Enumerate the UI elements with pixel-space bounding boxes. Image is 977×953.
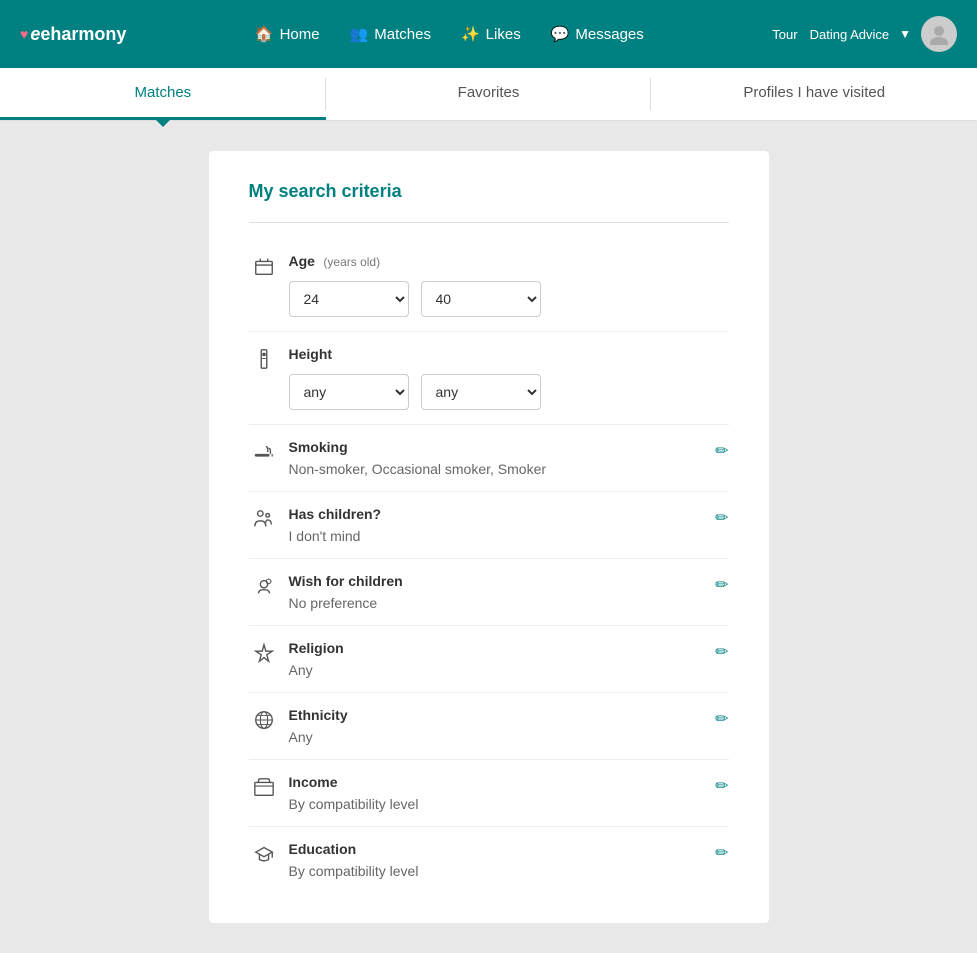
main-content: My search criteria Age (years old) 24 25… [0,121,977,953]
messages-icon: 💬 [551,25,570,43]
age-min-select[interactable]: 24 25 30 35 40 [289,281,409,317]
matches-icon: 👥 [350,25,369,43]
logo-text: e [30,24,40,45]
age-max-select[interactable]: 40 45 50 55 60 [421,281,541,317]
ethnicity-edit-icon[interactable]: ✏ [715,709,728,729]
avatar[interactable] [921,16,957,52]
header: ♥ e eharmony 🏠 Home 👥 Matches ✨ Likes 💬 … [0,0,977,68]
top-divider [249,222,729,223]
religion-edit-icon[interactable]: ✏ [715,642,728,662]
religion-label: Religion [289,640,344,656]
income-icon [249,776,279,803]
wish-children-value: No preference [289,595,706,611]
income-label: Income [289,774,338,790]
tab-profiles-visited[interactable]: Profiles I have visited [651,68,977,120]
wish-children-edit-icon[interactable]: ✏ [715,575,728,595]
education-content: Education By compatibility level [289,841,706,879]
criteria-height: Height any 5'0" 5'4" 5'6" any 5'6" 5'8" … [249,332,729,425]
nav-matches-label: Matches [374,26,431,43]
age-icon [249,255,279,282]
age-select-row: 24 25 30 35 40 40 45 50 55 60 [289,281,729,317]
income-content: Income By compatibility level [289,774,706,812]
wish-children-label: Wish for children [289,573,403,589]
smoking-content: Smoking Non-smoker, Occasional smoker, S… [289,439,706,477]
education-value: By compatibility level [289,863,706,879]
search-panel: My search criteria Age (years old) 24 25… [209,151,769,923]
account-dropdown-arrow[interactable]: ▼ [899,27,911,41]
header-right: Tour Dating Advice ▼ [772,16,957,52]
religion-icon [249,642,279,669]
criteria-income: Income By compatibility level ✏ [249,760,729,827]
height-icon [249,348,279,375]
main-nav: 🏠 Home 👥 Matches ✨ Likes 💬 Messages [255,25,644,43]
logo-name: eharmony [40,24,126,45]
height-select-row: any 5'0" 5'4" 5'6" any 5'6" 5'8" 6'0" [289,374,729,410]
tab-favorites[interactable]: Favorites [326,68,652,120]
nav-likes-label: Likes [486,26,521,43]
nav-home-label: Home [280,26,320,43]
religion-value: Any [289,662,706,678]
has-children-value: I don't mind [289,528,706,544]
income-value: By compatibility level [289,796,706,812]
ethnicity-label: Ethnicity [289,707,348,723]
logo: ♥ e eharmony [20,24,126,45]
has-children-content: Has children? I don't mind [289,506,706,544]
panel-title: My search criteria [249,181,729,202]
wish-children-icon [249,575,279,602]
religion-content: Religion Any [289,640,706,678]
height-max-select[interactable]: any 5'6" 5'8" 6'0" [421,374,541,410]
smoking-value: Non-smoker, Occasional smoker, Smoker [289,461,706,477]
has-children-icon [249,508,279,535]
criteria-wish-children: Wish for children No preference ✏ [249,559,729,626]
nav-home[interactable]: 🏠 Home [255,25,320,43]
nav-messages[interactable]: 💬 Messages [551,25,644,43]
income-edit-icon[interactable]: ✏ [715,776,728,796]
height-min-select[interactable]: any 5'0" 5'4" 5'6" [289,374,409,410]
criteria-ethnicity: Ethnicity Any ✏ [249,693,729,760]
tab-matches[interactable]: Matches [0,68,326,120]
logo-heart-icon: ♥ [20,26,28,42]
nav-matches[interactable]: 👥 Matches [350,25,431,43]
height-content: Height any 5'0" 5'4" 5'6" any 5'6" 5'8" … [289,346,729,410]
likes-icon: ✨ [461,25,480,43]
subnav-divider-right [650,78,651,110]
education-label: Education [289,841,357,857]
age-label-sub: (years old) [323,255,380,269]
wish-children-content: Wish for children No preference [289,573,706,611]
has-children-edit-icon[interactable]: ✏ [715,508,728,528]
criteria-religion: Religion Any ✏ [249,626,729,693]
subnav-divider-left [325,78,326,110]
smoking-edit-icon[interactable]: ✏ [715,441,728,461]
smoking-label: Smoking [289,439,348,455]
ethnicity-value: Any [289,729,706,745]
height-label: Height [289,346,333,362]
age-label: Age [289,253,315,269]
nav-likes[interactable]: ✨ Likes [461,25,521,43]
ethnicity-icon [249,709,279,736]
dating-advice-link[interactable]: Dating Advice [810,27,890,42]
subnav: Matches Favorites Profiles I have visite… [0,68,977,121]
top-links: Tour Dating Advice [772,27,889,42]
ethnicity-content: Ethnicity Any [289,707,706,745]
education-icon [249,843,279,870]
criteria-education: Education By compatibility level ✏ [249,827,729,893]
criteria-smoking: Smoking Non-smoker, Occasional smoker, S… [249,425,729,492]
tour-link[interactable]: Tour [772,27,797,42]
home-icon: 🏠 [255,25,274,43]
age-content: Age (years old) 24 25 30 35 40 40 45 50 … [289,253,729,317]
education-edit-icon[interactable]: ✏ [715,843,728,863]
criteria-has-children: Has children? I don't mind ✏ [249,492,729,559]
nav-messages-label: Messages [575,26,643,43]
criteria-age: Age (years old) 24 25 30 35 40 40 45 50 … [249,239,729,332]
smoking-icon [249,441,279,468]
user-icon [928,23,950,45]
has-children-label: Has children? [289,506,382,522]
